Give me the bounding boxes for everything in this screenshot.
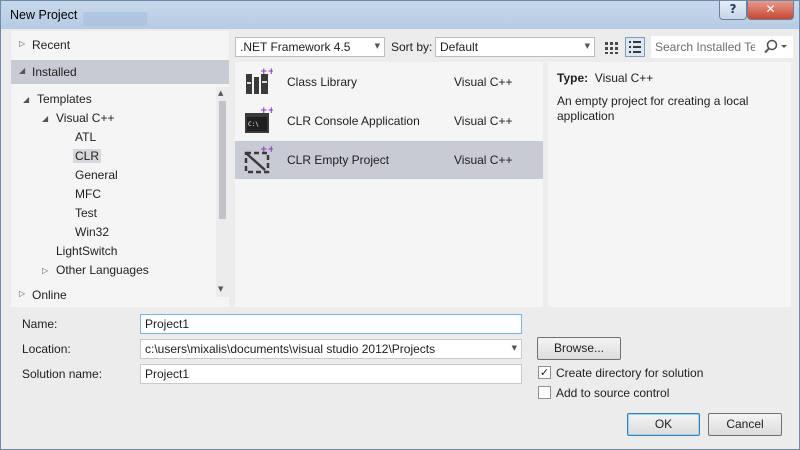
tree-item-label: Other Languages [56,263,149,277]
scrollbar-thumb[interactable] [219,101,226,219]
template-item-class-library[interactable]: ++ Class Library Visual C++ [235,63,543,101]
medium-icons-view-button[interactable] [601,37,621,57]
create-directory-label[interactable]: Create directory for solution [556,366,703,380]
template-item-clr-console-application[interactable]: C:\ ++ CLR Console Application Visual C+… [235,102,543,140]
title-bar[interactable]: New Project ? ✕ [1,1,799,29]
nav-online[interactable]: ▷ Online [11,283,229,307]
browse-button[interactable]: Browse... [537,337,621,360]
framework-select-value: .NET Framework 4.5 [240,40,351,54]
nav-installed[interactable]: ◢ Installed [11,60,229,84]
name-label: Name: [22,317,58,331]
tree-item-visual-cpp[interactable]: ◢ Visual C++ [42,111,115,129]
help-button[interactable]: ? [719,1,747,20]
svg-text:C:\: C:\ [248,121,259,128]
location-value: c:\users\mixalis\documents\visual studio… [145,342,436,356]
expand-arrow-icon: ▷ [19,289,26,298]
sort-by-select[interactable]: Default ▼ [435,37,595,57]
template-item-clr-empty-project[interactable]: ++ CLR Empty Project Visual C++ [235,141,543,179]
tree-item-other-languages[interactable]: ▷ Other Languages [42,263,149,281]
nav-installed-label: Installed [32,65,77,79]
dropdown-arrow-icon: ▼ [374,42,380,50]
template-language: Visual C++ [454,114,513,128]
tree-item-win32[interactable]: Win32 [75,225,109,243]
tree-item-templates[interactable]: ◢ Templates [23,92,92,110]
location-label: Location: [22,342,71,356]
tree-item-general[interactable]: General [75,168,118,186]
description-text: An empty project for creating a local ap… [557,94,749,123]
tree-item-mfc[interactable]: MFC [75,187,101,205]
svg-text:++: ++ [260,67,273,77]
list-view-icon [629,41,641,53]
collapse-arrow-icon: ◢ [23,95,30,104]
template-language: Visual C++ [454,153,513,167]
add-source-control-checkbox[interactable] [538,386,551,399]
svg-text:++: ++ [260,106,273,116]
collapse-arrow-icon: ◢ [42,114,49,123]
window-title: New Project [10,8,78,22]
dropdown-arrow-icon: ▼ [584,42,590,50]
grid-view-icon [605,42,618,54]
template-tree: ◢ Templates ◢ Visual C++ ATL CLR General [11,87,217,297]
close-button[interactable]: ✕ [747,1,794,20]
tree-item-label: LightSwitch [56,244,118,258]
tree-item-label: Test [75,206,98,220]
tree-item-label: MFC [75,187,101,201]
title-bar-blur [83,12,147,26]
type-value: Visual C++ [594,71,654,85]
add-source-control-label[interactable]: Add to source control [556,386,669,400]
dialog-body: ▷ Recent ◢ Installed ◢ Templates ◢ Visua… [1,29,799,449]
scroll-up-icon[interactable]: ▲ [218,89,223,97]
ok-button[interactable]: OK [627,413,700,436]
collapse-arrow-icon: ◢ [19,66,26,75]
tree-item-label: General [75,168,118,182]
template-description-panel: Type: Visual C++ An empty project for cr… [548,62,791,307]
template-navigation: ▷ Recent ◢ Installed ◢ Templates ◢ Visua… [11,31,229,307]
tree-item-label: Win32 [75,225,110,239]
tree-item-label: CLR [73,149,102,163]
sort-by-label: Sort by: [391,40,433,54]
type-label: Type: [557,71,589,85]
dropdown-arrow-icon[interactable]: ▼ [512,344,517,352]
search-placeholder: Search Installed Te [655,40,755,54]
tree-item-label: Visual C++ [56,111,115,125]
type-line: Type: Visual C++ [557,71,653,85]
sort-by-value: Default [440,40,479,54]
nav-online-label: Online [32,288,67,302]
search-icon[interactable] [763,39,789,55]
class-library-icon: ++ [246,67,273,94]
console-application-icon: C:\ ++ [245,106,273,133]
template-list: ++ Class Library Visual C++ C:\ ++ CLR C… [235,62,543,307]
nav-recent[interactable]: ▷ Recent [11,33,229,57]
tree-item-lightswitch[interactable]: LightSwitch [56,244,117,262]
template-language: Visual C++ [454,75,513,89]
tree-item-clr[interactable]: CLR [73,149,102,167]
solution-name-input[interactable]: Project1 [140,364,522,384]
expand-arrow-icon: ▷ [19,39,26,48]
cancel-button[interactable]: Cancel [708,413,782,436]
framework-select[interactable]: .NET Framework 4.5 ▼ [235,37,385,57]
tree-item-test[interactable]: Test [75,206,97,224]
expand-arrow-icon: ▷ [42,266,49,275]
project-name-input[interactable]: Project1 [140,314,522,334]
tree-item-label: ATL [75,130,97,144]
template-name: Class Library [287,75,358,89]
tree-item-label: Templates [37,92,92,106]
svg-text:++: ++ [260,145,273,155]
solution-name-label: Solution name: [22,367,103,381]
new-project-dialog: New Project ? ✕ ▷ Recent ◢ Installed ◢ T… [0,0,800,450]
tree-scrollbar[interactable]: ▲ ▼ [216,87,229,297]
location-input[interactable]: c:\users\mixalis\documents\visual studio… [140,339,522,359]
template-name: CLR Empty Project [287,153,390,167]
empty-project-icon: ++ [244,145,273,174]
tree-item-atl[interactable]: ATL [75,130,96,148]
template-name: CLR Console Application [287,114,420,128]
small-icons-view-button[interactable] [625,37,645,57]
nav-recent-label: Recent [32,38,71,52]
create-directory-checkbox[interactable]: ✓ [538,366,551,379]
template-toolbar: .NET Framework 4.5 ▼ Sort by: Default ▼ [235,36,793,58]
search-templates-input[interactable]: Search Installed Te [651,36,793,58]
